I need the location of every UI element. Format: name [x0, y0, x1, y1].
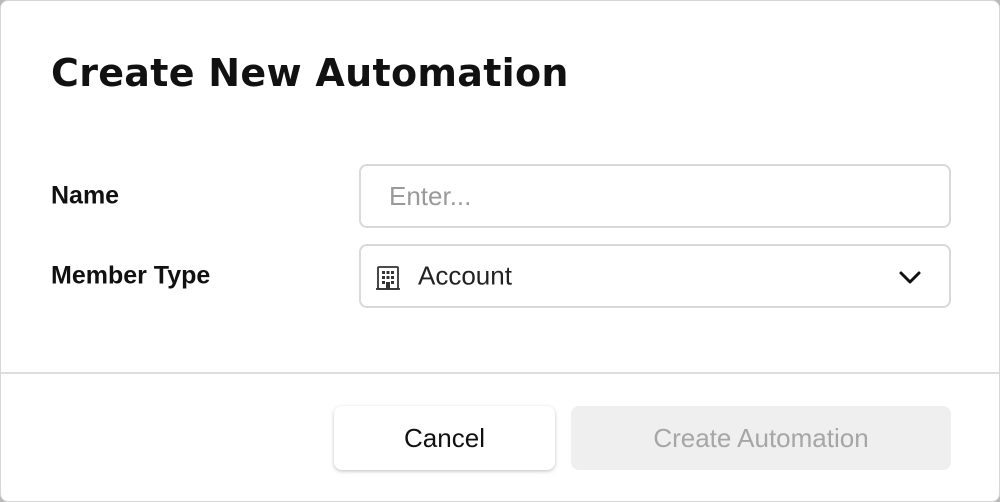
name-label: Name [51, 181, 120, 210]
footer-divider [1, 372, 999, 374]
cancel-button[interactable]: Cancel [334, 406, 555, 470]
member-type-row: Member Type Account [1, 244, 999, 308]
create-automation-dialog: Create New Automation Name Member Type A… [0, 0, 1000, 502]
member-type-select[interactable]: Account [359, 244, 951, 308]
name-row: Name [1, 164, 999, 228]
name-input[interactable] [359, 164, 951, 228]
member-type-label: Member Type [51, 261, 211, 290]
create-automation-button[interactable]: Create Automation [571, 406, 951, 470]
building-icon [376, 266, 400, 290]
dialog-title: Create New Automation [51, 51, 569, 95]
member-type-value: Account [418, 260, 512, 291]
chevron-down-icon [899, 271, 921, 284]
